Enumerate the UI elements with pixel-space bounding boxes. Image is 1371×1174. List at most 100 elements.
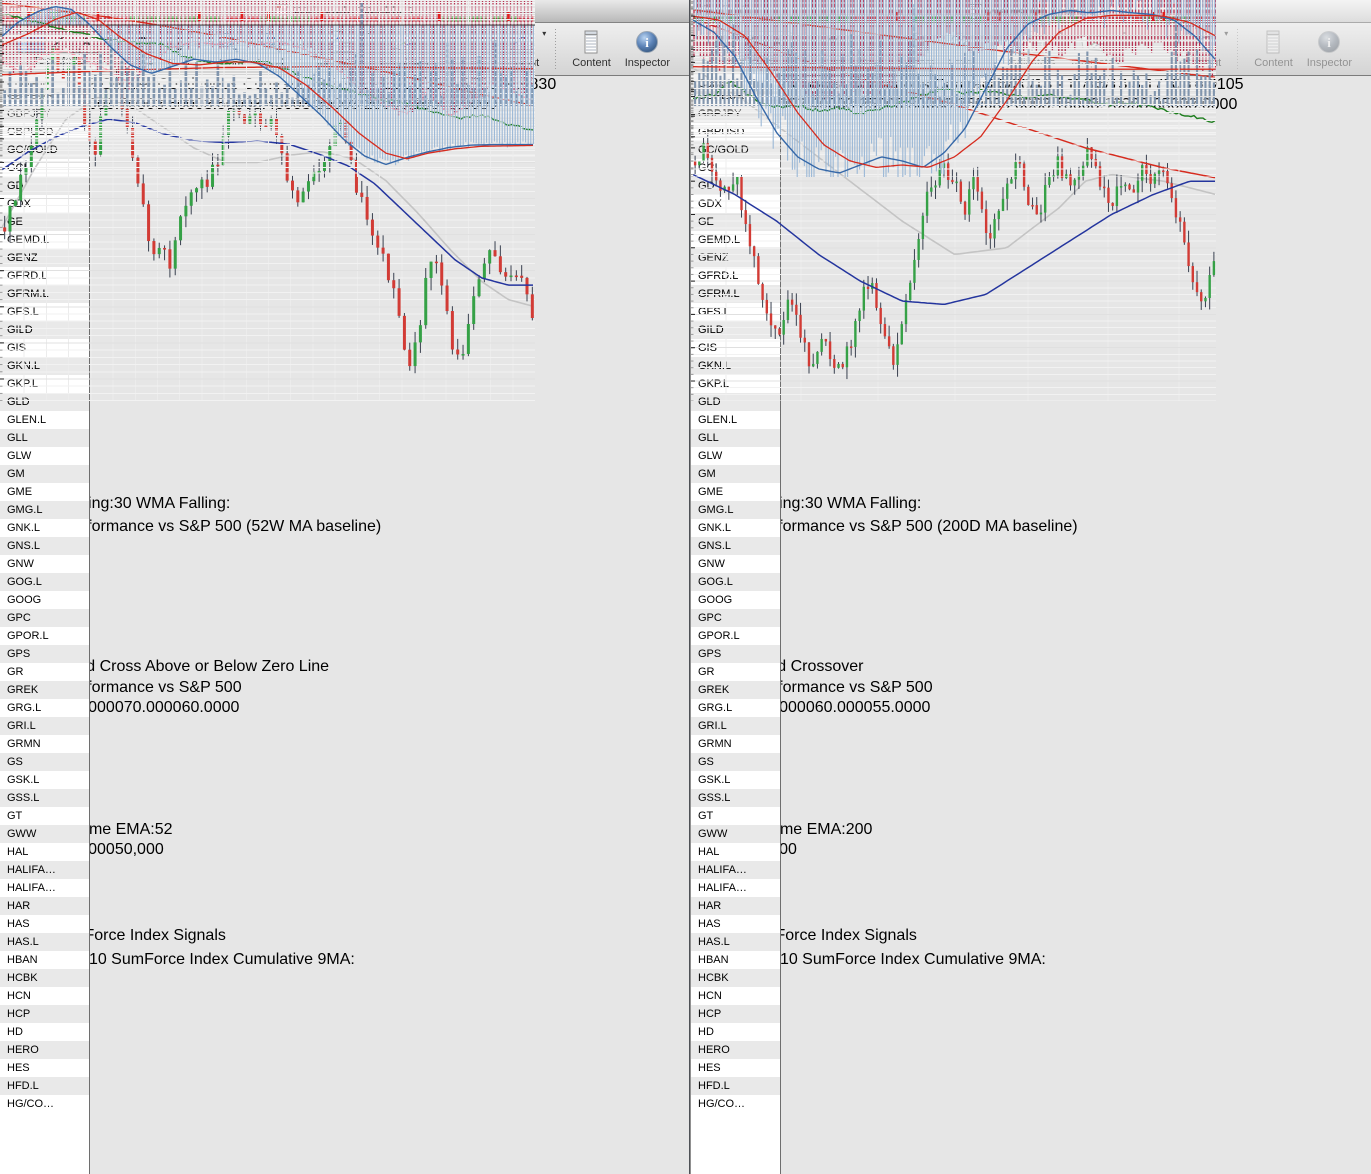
sidebar-item-hban[interactable]: HBAN [0, 951, 89, 969]
sidebar-item-hban[interactable]: HBAN [691, 951, 780, 969]
sidebar-item-hcn[interactable]: HCN [691, 987, 780, 1005]
sidebar-item-hfd-l[interactable]: HFD.L [0, 1077, 89, 1095]
sidebar-item-gnk-l[interactable]: GNK.L [0, 519, 89, 537]
wma-falling-label: 30 WMA Falling: [804, 495, 922, 512]
inspector-button[interactable]: i Inspector [625, 30, 670, 69]
sidebar-item-gww[interactable]: GWW [691, 825, 780, 843]
force-index-panel: Force Index:10 SumForce Index Cumulative… [691, 0, 1371, 1128]
sidebar-item-gt[interactable]: GT [0, 807, 89, 825]
sidebar-item-hal[interactable]: HAL [0, 843, 89, 861]
volume-panel: Volume:Volume EMA:52▾100,00075,00050,000 [0, 0, 689, 927]
sidebar-item-har[interactable]: HAR [0, 897, 89, 915]
sidebar-item-halifa-[interactable]: HALIFA… [691, 861, 780, 879]
sidebar-item-halifa-[interactable]: HALIFA… [691, 879, 780, 897]
sidebar-item-grek[interactable]: GREK [0, 681, 89, 699]
sidebar-item-gri-l[interactable]: GRI.L [691, 717, 780, 735]
sidebar-item-gns-l[interactable]: GNS.L [691, 537, 780, 555]
sidebar-item-gpor-l[interactable]: GPOR.L [691, 627, 780, 645]
sidebar-item-has-l[interactable]: HAS.L [0, 933, 89, 951]
sidebar-item-gog-l[interactable]: GOG.L [0, 573, 89, 591]
wma-trend-panel: 30 WMA Rising:30 WMA Falling: ▾ [691, 14, 1371, 532]
sidebar-item-has[interactable]: HAS [691, 915, 780, 933]
sidebar-item-hg-co-[interactable]: HG/CO… [0, 1095, 89, 1113]
sidebar-item-gr[interactable]: GR [0, 663, 89, 681]
content-button[interactable]: Content [572, 30, 611, 69]
sidebar-item-gs[interactable]: GS [691, 753, 780, 771]
svg-text:i: i [646, 35, 650, 50]
sidebar-item-gll[interactable]: GLL [0, 429, 89, 447]
sidebar-item-hes[interactable]: HES [691, 1059, 780, 1077]
sidebar-item-has-l[interactable]: HAS.L [691, 933, 780, 951]
sidebar-item-grmn[interactable]: GRMN [691, 735, 780, 753]
sidebar-item-hcbk[interactable]: HCBK [691, 969, 780, 987]
sidebar-item-hd[interactable]: HD [691, 1023, 780, 1041]
sidebar-item-hfd-l[interactable]: HFD.L [691, 1077, 780, 1095]
sidebar-item-glw[interactable]: GLW [0, 447, 89, 465]
sidebar-item-gpc[interactable]: GPC [0, 609, 89, 627]
sidebar-item-gmg-l[interactable]: GMG.L [0, 501, 89, 519]
inspector-button[interactable]: i Inspector [1307, 30, 1352, 69]
sidebar-item-gme[interactable]: GME [691, 483, 780, 501]
sidebar-item-gnk-l[interactable]: GNK.L [691, 519, 780, 537]
sidebar-item-gm[interactable]: GM [691, 465, 780, 483]
sidebar-item-hcp[interactable]: HCP [0, 1005, 89, 1023]
sidebar-item-gns-l[interactable]: GNS.L [0, 537, 89, 555]
sidebar-item-grek[interactable]: GREK [691, 681, 780, 699]
force-index-canvas[interactable] [693, 0, 1216, 177]
sidebar-item-hd[interactable]: HD [0, 1023, 89, 1041]
sidebar-item-gsk-l[interactable]: GSK.L [691, 771, 780, 789]
force-index-canvas[interactable] [2, 0, 535, 177]
sidebar-item-grg-l[interactable]: GRG.L [691, 699, 780, 717]
sidebar-item-gss-l[interactable]: GSS.L [0, 789, 89, 807]
sidebar-item-gnw[interactable]: GNW [0, 555, 89, 573]
sidebar-item-gmg-l[interactable]: GMG.L [691, 501, 780, 519]
desktop: Weinstein Weekly 3 A Tool Mode Prev Next… [0, 0, 1371, 1174]
rs-mansfield-panel: RS Mansfield Crossover▾ [691, 658, 1371, 695]
sidebar-item-gll[interactable]: GLL [691, 429, 780, 447]
sidebar-item-gsk-l[interactable]: GSK.L [0, 771, 89, 789]
sidebar-item-goog[interactable]: GOOG [0, 591, 89, 609]
sidebar-item-grmn[interactable]: GRMN [0, 735, 89, 753]
sidebar-item-gt[interactable]: GT [691, 807, 780, 825]
sidebar-item-gpc[interactable]: GPC [691, 609, 780, 627]
sidebar-item-grg-l[interactable]: GRG.L [0, 699, 89, 717]
sidebar-item-gps[interactable]: GPS [691, 645, 780, 663]
volume-legend: Volume:Volume EMA:52 [0, 821, 689, 839]
sidebar-item-har[interactable]: HAR [691, 897, 780, 915]
sidebar-item-hcbk[interactable]: HCBK [0, 969, 89, 987]
sidebar-item-has[interactable]: HAS [0, 915, 89, 933]
relative-performance-baseline-panel: Relative Performance vs S&P 500 (52W MA … [0, 0, 689, 658]
content-button[interactable]: Content [1254, 30, 1293, 69]
sidebar-item-hes[interactable]: HES [0, 1059, 89, 1077]
chevron-down-icon: ▾ [1224, 28, 1229, 38]
sidebar-item-gri-l[interactable]: GRI.L [0, 717, 89, 735]
sidebar-item-gnw[interactable]: GNW [691, 555, 780, 573]
sidebar-item-hcp[interactable]: HCP [691, 1005, 780, 1023]
sidebar-item-hero[interactable]: HERO [0, 1041, 89, 1059]
sidebar-item-halifa-[interactable]: HALIFA… [0, 861, 89, 879]
sidebar-item-gs[interactable]: GS [0, 753, 89, 771]
sidebar-item-gps[interactable]: GPS [0, 645, 89, 663]
sidebar-item-gww[interactable]: GWW [0, 825, 89, 843]
sidebar-item-gpor-l[interactable]: GPOR.L [0, 627, 89, 645]
sidebar-item-hal[interactable]: HAL [691, 843, 780, 861]
sidebar-item-glw[interactable]: GLW [691, 447, 780, 465]
sidebar-item-gm[interactable]: GM [0, 465, 89, 483]
sidebar-item-gr[interactable]: GR [691, 663, 780, 681]
sidebar-item-hcn[interactable]: HCN [0, 987, 89, 1005]
sidebar-item-glen-l[interactable]: GLEN.L [691, 411, 780, 429]
sidebar-item-hero[interactable]: HERO [691, 1041, 780, 1059]
sidebar-item-hg-co-[interactable]: HG/CO… [691, 1095, 780, 1113]
chart-area: HG/COPPER Copper Continuous Contract 5/2… [691, 0, 1371, 1174]
volume-panel: Volume:Volume EMA:200▾75,00050,000 [691, 0, 1371, 927]
sidebar-item-halifa-[interactable]: HALIFA… [0, 879, 89, 897]
sidebar-item-gog-l[interactable]: GOG.L [691, 573, 780, 591]
window-weekly: Weinstein Weekly 3 A Tool Mode Prev Next… [0, 0, 690, 1174]
sidebar-item-glen-l[interactable]: GLEN.L [0, 411, 89, 429]
sidebar-item-gss-l[interactable]: GSS.L [691, 789, 780, 807]
wma-legend: 30 WMA Rising:30 WMA Falling: [691, 495, 1371, 513]
sidebar-item-gme[interactable]: GME [0, 483, 89, 501]
axis-tick-label: 70.0000 [123, 699, 182, 716]
sidebar-item-goog[interactable]: GOOG [691, 591, 780, 609]
rs-mansfield-panel: RS Mansfield Cross Above or Below Zero L… [0, 658, 689, 695]
